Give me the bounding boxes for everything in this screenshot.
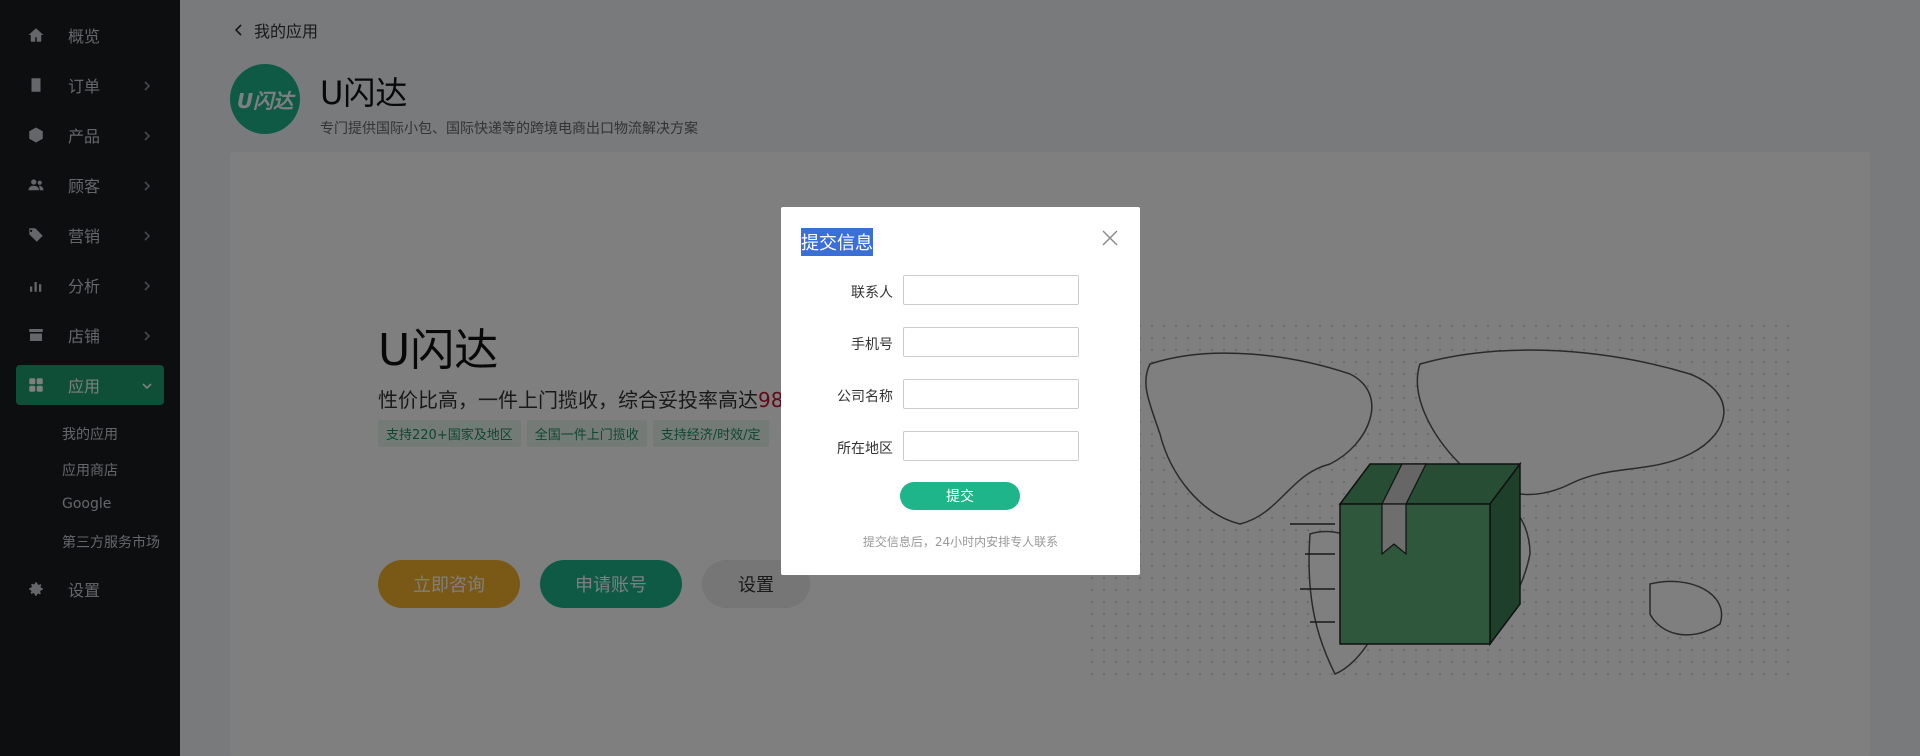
submit-info-dialog: 提交信息 联系人 手机号 公司名称 所在地区 提交 提交信息后，24小时内安排专… <box>781 207 1140 575</box>
company-label: 公司名称 <box>837 389 893 405</box>
region-input[interactable] <box>903 431 1079 461</box>
form-row-contact: 联系人 <box>781 275 1140 307</box>
contact-input[interactable] <box>903 275 1079 305</box>
contact-label: 联系人 <box>851 285 893 301</box>
phone-label: 手机号 <box>851 337 893 353</box>
phone-input[interactable] <box>903 327 1079 357</box>
form-row-region: 所在地区 <box>781 431 1140 463</box>
submit-button[interactable]: 提交 <box>900 482 1020 510</box>
form-row-phone: 手机号 <box>781 327 1140 359</box>
region-label: 所在地区 <box>837 441 893 457</box>
company-input[interactable] <box>903 379 1079 409</box>
dialog-title: 提交信息 <box>801 228 873 256</box>
close-icon[interactable] <box>1101 229 1119 247</box>
dialog-note: 提交信息后，24小时内安排专人联系 <box>862 535 1059 549</box>
form-row-company: 公司名称 <box>781 379 1140 411</box>
